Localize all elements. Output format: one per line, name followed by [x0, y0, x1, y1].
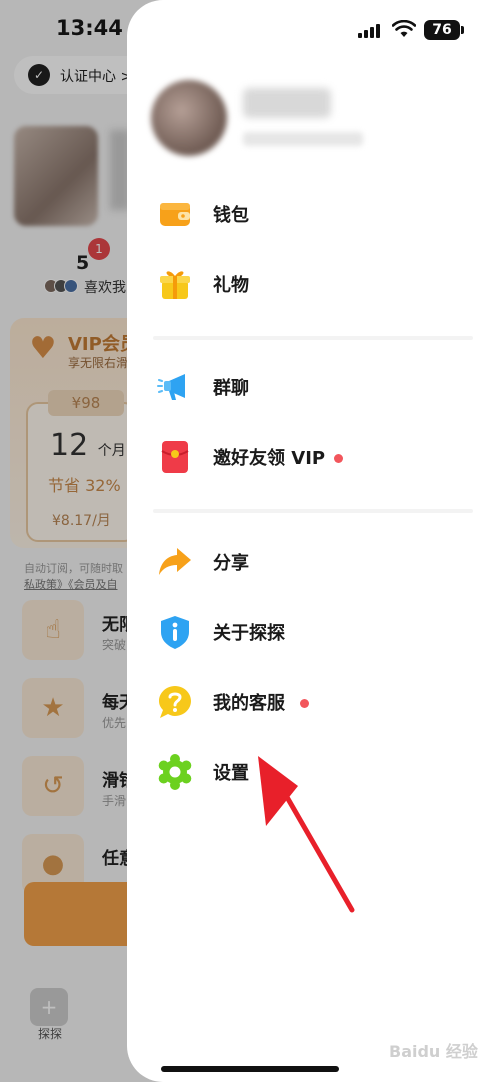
- baidu-watermark: Baidu 经验: [389, 1042, 478, 1061]
- profile-avatar[interactable]: [151, 80, 227, 156]
- menu-item-settings[interactable]: 设置: [127, 740, 500, 810]
- gift-icon: [160, 271, 190, 299]
- info-shield-icon: [161, 616, 189, 649]
- cellular-signal-icon: [358, 24, 384, 38]
- menu-item-invite-vip[interactable]: 邀好友领 VIP: [127, 425, 500, 495]
- gear-icon: [158, 754, 192, 790]
- menu-item-gift[interactable]: 礼物: [127, 252, 500, 322]
- menu-label: 邀好友领 VIP: [213, 448, 326, 469]
- menu-item-group-chat[interactable]: 群聊: [127, 355, 500, 425]
- menu-item-share[interactable]: 分享: [127, 530, 500, 600]
- battery-icon: 76: [424, 20, 460, 40]
- wifi-icon: [392, 20, 416, 37]
- status-icons: 76: [358, 20, 464, 40]
- menu-item-about[interactable]: 关于探探: [127, 600, 500, 670]
- wallet-icon: [160, 203, 190, 226]
- menu-divider: [153, 336, 473, 340]
- home-indicator: [161, 1066, 339, 1072]
- share-arrow-icon: [159, 548, 191, 575]
- side-drawer: 76 钱包 礼物 群聊 邀好友领 VIP 分享 关于探探 我的客服 设置 Bai…: [127, 0, 500, 1082]
- menu-label: 设置: [213, 763, 249, 784]
- menu-label: 群聊: [213, 378, 249, 399]
- menu-label: 钱包: [213, 205, 249, 226]
- profile-sub-blurred: [243, 132, 363, 146]
- status-time: 13:44: [56, 16, 123, 40]
- battery-tip: [461, 26, 464, 34]
- menu-label: 礼物: [213, 275, 249, 296]
- help-bubble-icon: [159, 686, 191, 718]
- profile-name-blurred[interactable]: [243, 88, 331, 118]
- notification-dot: [300, 699, 309, 708]
- megaphone-icon: [157, 374, 185, 400]
- menu-item-support[interactable]: 我的客服: [127, 670, 500, 740]
- menu-item-wallet[interactable]: 钱包: [127, 182, 500, 252]
- menu-label: 我的客服: [213, 693, 285, 714]
- notification-dot: [334, 454, 343, 463]
- menu-label: 分享: [213, 553, 249, 574]
- menu-label: 关于探探: [213, 623, 285, 644]
- menu-divider: [153, 509, 473, 513]
- red-envelope-icon: [161, 441, 189, 473]
